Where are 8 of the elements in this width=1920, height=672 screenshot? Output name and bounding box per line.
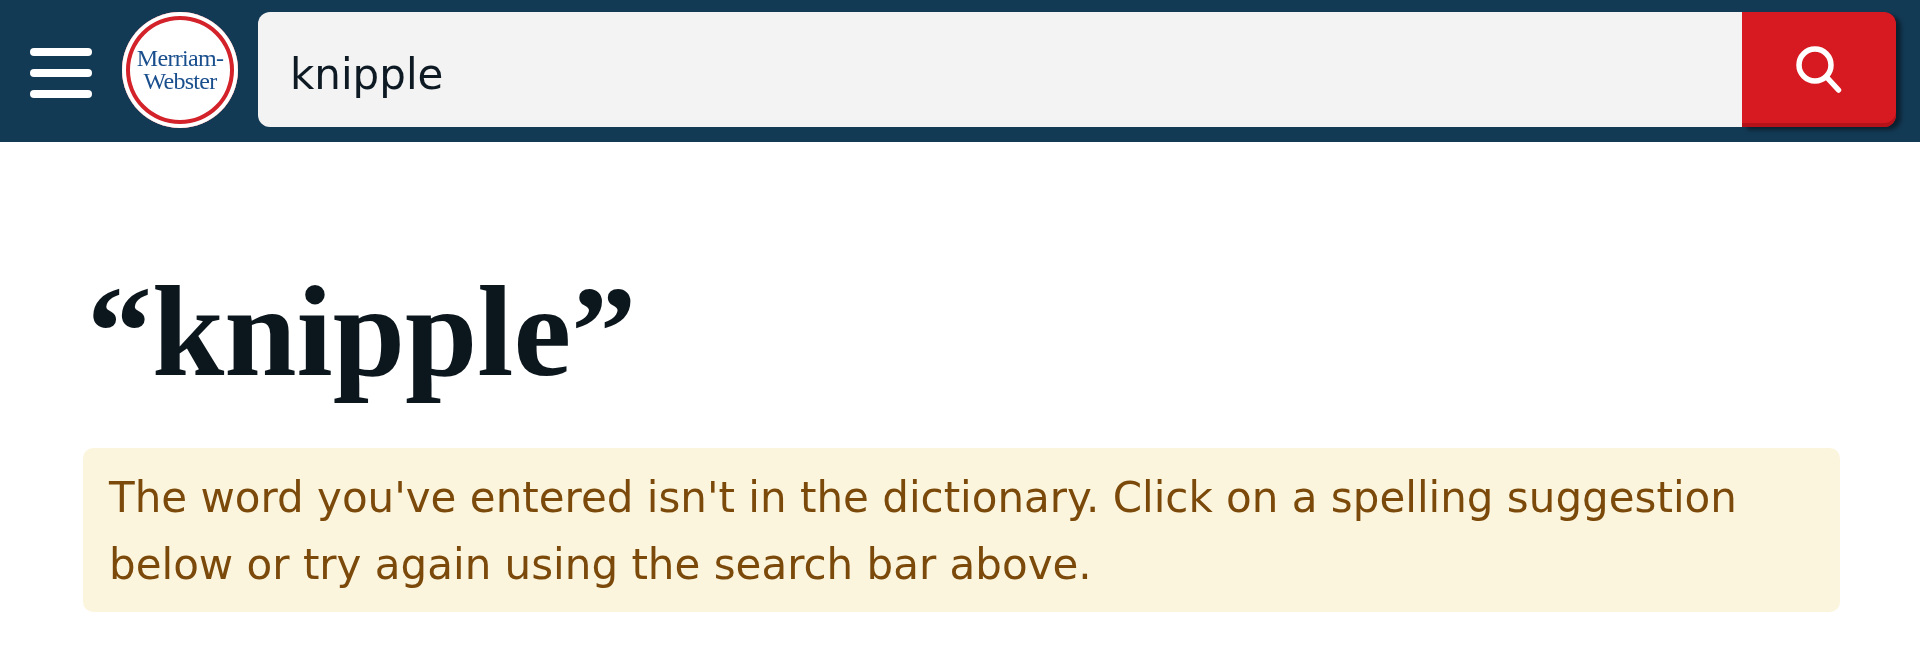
menu-button[interactable]: [30, 47, 92, 98]
notice-message: The word you've entered isn't in the dictionary. Click on a spelling suggestion below or try again using the search bar above.: [83, 448, 1840, 612]
search-field[interactable]: knipple: [258, 12, 1742, 127]
search-button[interactable]: [1742, 12, 1896, 127]
page-heading: “knipple”: [86, 258, 637, 405]
search-icon: [1796, 45, 1842, 94]
menu-icon: [30, 47, 92, 98]
logo-link[interactable]: Merriam- Webster: [122, 11, 238, 128]
